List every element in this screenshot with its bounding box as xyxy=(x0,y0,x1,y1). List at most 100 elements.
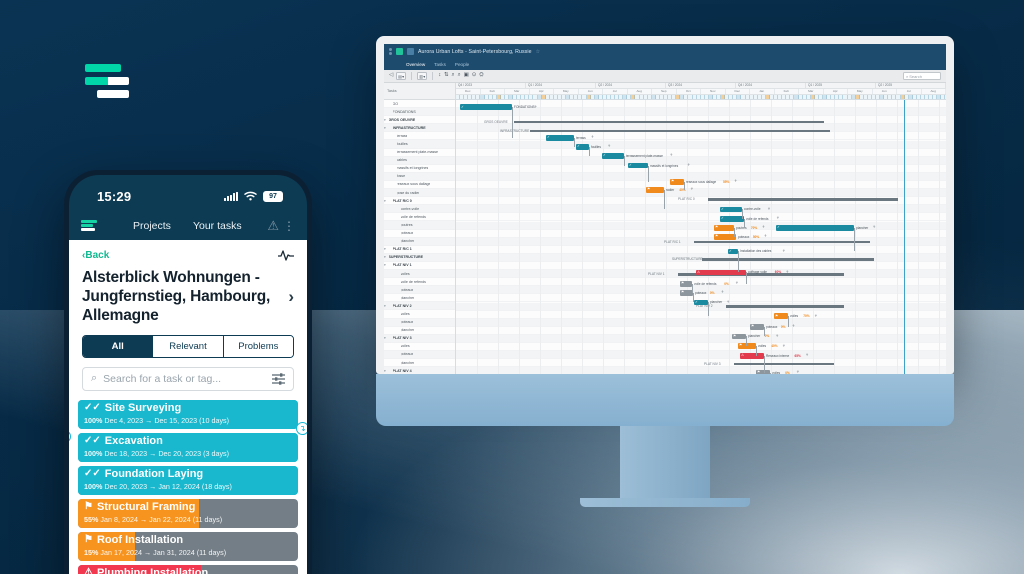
expand-collapse-icon[interactable]: ▾ xyxy=(384,263,387,267)
gantt-resource-icon[interactable]: ⚘ xyxy=(687,163,690,167)
toolbar-dropdown-1[interactable]: ▤ ▾ xyxy=(396,72,407,80)
gantt-resource-icon[interactable]: ⚘ xyxy=(782,249,785,253)
activity-pulse-icon[interactable] xyxy=(278,249,294,262)
search-input[interactable]: ⌕ Search for a task or tag... xyxy=(82,366,294,391)
gantt-summary-bar[interactable] xyxy=(708,198,898,201)
gantt-resource-icon[interactable]: ⚘ xyxy=(727,300,730,304)
task-tree-row[interactable]: fosse xyxy=(384,172,455,181)
gantt-task-bar[interactable]: ✓ xyxy=(628,162,648,169)
task-tree-row[interactable]: ▾ PLAT NIV 3 xyxy=(384,334,455,343)
gantt-task-bar[interactable]: ⚑ xyxy=(738,343,756,349)
expand-collapse-icon[interactable]: ▾ xyxy=(384,126,387,130)
task-list-item[interactable]: ⚑ Structural Framing 55% Jan 8, 2024 → Jan… xyxy=(78,498,298,528)
gantt-resource-icon[interactable]: ⚘ xyxy=(608,144,611,148)
task-tree-row[interactable]: reseaux sous dallage xyxy=(384,181,455,190)
segment-all[interactable]: All xyxy=(83,335,154,357)
gantt-resource-icon[interactable]: ⚘ xyxy=(776,334,779,338)
gantt-task-bar[interactable]: ✓ xyxy=(720,216,744,222)
gantt-task-bar[interactable]: ⚑ xyxy=(774,313,788,319)
gantt-resource-icon[interactable]: ⚘ xyxy=(764,234,767,238)
expand-collapse-icon[interactable]: ▾ xyxy=(384,247,387,251)
task-tree-row[interactable]: voiles xyxy=(384,343,455,351)
project-header[interactable]: Alsterblick Wohnungen - Jungfernstieg, H… xyxy=(82,268,294,326)
warning-triangle-icon[interactable]: ⚠ xyxy=(267,219,279,232)
gantt-resource-icon[interactable]: ⚘ xyxy=(534,105,537,109)
expand-collapse-icon[interactable]: ▾ xyxy=(384,369,387,373)
tab-people[interactable]: People xyxy=(455,62,469,67)
gantt-task-bar[interactable]: ✓ xyxy=(776,225,854,231)
expand-collapse-icon[interactable]: ▾ xyxy=(384,304,387,308)
gantt-task-bar[interactable]: ⚑ xyxy=(756,370,770,374)
gantt-summary-bar[interactable] xyxy=(694,240,870,244)
gantt-task-bar[interactable]: ✓ xyxy=(576,144,589,150)
task-tree-row[interactable]: contre-voile xyxy=(384,205,455,214)
task-tree-row[interactable]: FONDATIONS xyxy=(384,108,455,117)
gantt-summary-bar[interactable] xyxy=(726,305,844,308)
expand-collapse-icon[interactable]: ▾ xyxy=(384,199,387,203)
gantt-resource-icon[interactable]: ⚘ xyxy=(873,225,876,229)
task-tree-row[interactable]: ▾ PLAT NIV 4 xyxy=(384,367,455,374)
gantt-resource-icon[interactable]: ⚘ xyxy=(806,353,809,357)
zoom-in-icon[interactable]: ⌕ xyxy=(452,72,455,78)
tab-overview[interactable]: Overview xyxy=(406,62,425,67)
gantt-summary-bar[interactable] xyxy=(514,120,824,124)
task-list-item[interactable]: ✓✓ Excavation 100% Dec 18, 2023 → Dec 20, … xyxy=(78,432,298,462)
gantt-task-bar[interactable]: ⚑ xyxy=(714,234,736,240)
task-tree-row[interactable]: plancher xyxy=(384,237,455,246)
gantt-task-bar[interactable]: ⚑ xyxy=(750,323,764,330)
task-tree-row[interactable]: massifs et longrines xyxy=(384,165,455,173)
toolbar-search-input[interactable]: ⌕ Search xyxy=(903,72,941,80)
gantt-task-bar[interactable]: ⚑ xyxy=(646,187,664,193)
task-list-item[interactable]: ✓✓ Site Surveying 100% Dec 4, 2023 → Dec 1… xyxy=(78,399,298,429)
task-tree-row[interactable]: ▾ PLAT NIV 1 xyxy=(384,262,455,270)
task-tree-row[interactable]: plancher xyxy=(384,359,455,368)
undo-icon[interactable]: ◁ xyxy=(389,72,393,78)
gantt-resource-icon[interactable]: ⚘ xyxy=(690,187,693,191)
task-tree-row[interactable]: ▾ PLAT R/C 1 xyxy=(384,246,455,254)
task-tree-row[interactable]: terrassement plate-masse xyxy=(384,149,455,157)
gantt-resource-icon[interactable]: ⚘ xyxy=(792,324,795,328)
gantt-task-bar[interactable]: ⚑ xyxy=(670,178,684,185)
nav-your-tasks[interactable]: Your tasks xyxy=(193,220,242,232)
zoom-out-icon[interactable]: ⌕ xyxy=(458,72,461,78)
gantt-resource-icon[interactable]: ⚘ xyxy=(734,179,737,183)
task-tree-row[interactable]: cables xyxy=(384,156,455,165)
task-tree-row[interactable]: plancher xyxy=(384,327,455,335)
dependency-arrow-right[interactable]: ↴ xyxy=(296,421,307,435)
filter-segmented-control[interactable]: All Relevant Problems xyxy=(82,334,294,358)
task-tree-row[interactable]: poutres xyxy=(384,221,455,230)
task-tree-row[interactable]: poteaux xyxy=(384,350,455,359)
gantt-task-bar[interactable]: ✓ xyxy=(720,206,742,213)
gantt-resource-icon[interactable]: ⚘ xyxy=(670,153,673,157)
gantt-task-bar[interactable]: ⚠ xyxy=(740,353,764,359)
grid-icon[interactable]: ▣ xyxy=(464,72,469,78)
task-tree-row[interactable]: ▾ GROS OEUVRE xyxy=(384,116,455,125)
gantt-timeline-area[interactable]: Q4 / 2023 Q1 / 2024 Q2 / 2024 Q3 / 2024 Q4 /… xyxy=(456,83,946,374)
move-icon[interactable]: ↕ xyxy=(438,72,441,78)
gantt-summary-bar[interactable] xyxy=(702,258,874,261)
task-list-item[interactable]: ✓✓ Foundation Laying 100% Dec 20, 2023 → J… xyxy=(78,465,298,495)
task-tree-row[interactable]: voile de refends xyxy=(384,213,455,222)
gantt-resource-icon[interactable]: ⚘ xyxy=(762,225,765,229)
expand-collapse-icon[interactable]: ▾ xyxy=(384,255,387,259)
gantt-task-bar[interactable]: ✓ xyxy=(694,299,708,306)
tab-tasks[interactable]: Tasks xyxy=(434,62,446,67)
task-list-item[interactable]: ⚑ Roof Installation 15% Jan 17, 2024 → Jan… xyxy=(78,531,298,561)
gantt-task-bar[interactable]: ✓ xyxy=(728,248,738,255)
gantt-task-tree[interactable]: Tasks GO FONDATIONS ▾ GROS OEUVRE ▾ INFRASTRU… xyxy=(384,83,456,374)
task-tree-row[interactable]: fouilles xyxy=(384,140,455,149)
task-list-item[interactable]: ⚠Plumbing Installation55% Jan 1, 2024 → … xyxy=(78,564,298,574)
dependency-arrow-left[interactable]: ↳ xyxy=(69,429,71,443)
expand-collapse-icon[interactable]: ▾ xyxy=(384,336,387,340)
toolbar-dropdown-2[interactable]: ▥ ▾ xyxy=(417,72,428,80)
gantt-resource-icon[interactable]: ⚘ xyxy=(786,270,789,274)
task-tree-row[interactable]: poteaux xyxy=(384,286,455,295)
task-tree-row[interactable]: ▾ SUPERSTRUCTURE xyxy=(384,253,455,262)
favorite-star-icon[interactable]: ☆ xyxy=(536,49,540,55)
gantt-resource-icon[interactable]: ⚘ xyxy=(776,216,779,220)
task-tree-row[interactable]: poteaux xyxy=(384,230,455,238)
nav-projects[interactable]: Projects xyxy=(133,220,171,232)
task-tree-row[interactable]: poteaux xyxy=(384,318,455,327)
gantt-task-bar[interactable]: ✓ xyxy=(546,135,574,141)
gantt-resource-icon[interactable]: ⚘ xyxy=(721,290,724,294)
